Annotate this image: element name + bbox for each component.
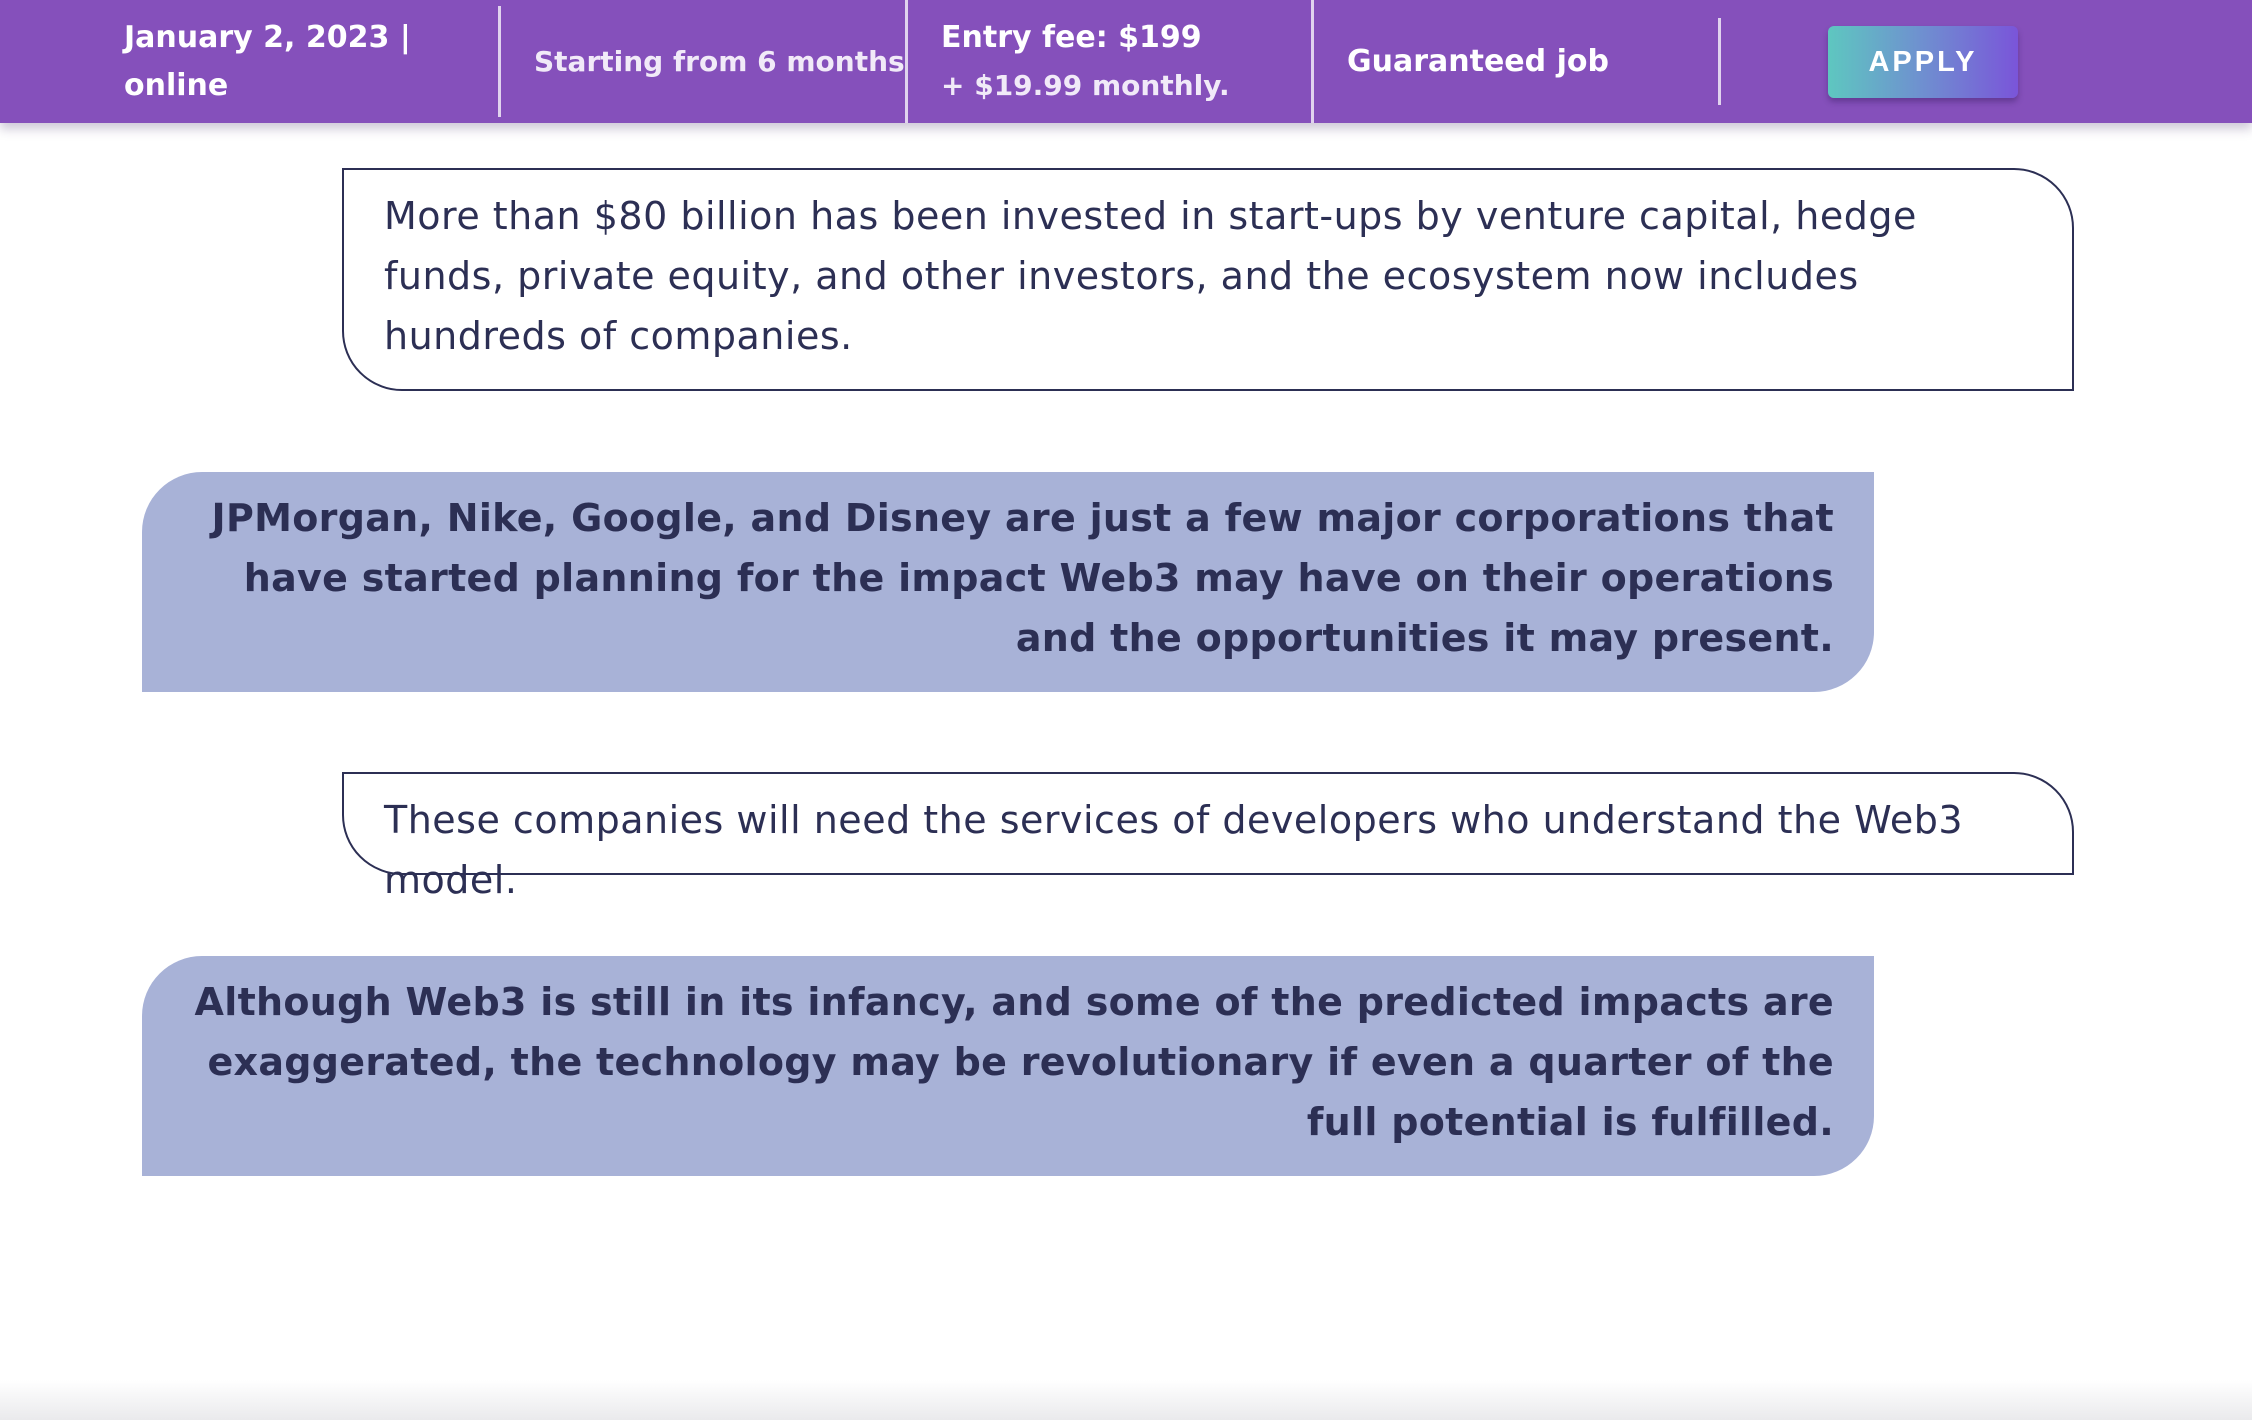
divider <box>1718 18 1721 105</box>
bottom-shadow <box>0 1380 2252 1420</box>
date-label: January 2, 2023 | <box>124 19 411 55</box>
divider <box>498 6 501 117</box>
info-bubble-developers: These companies will need the services o… <box>342 772 2074 902</box>
entry-fee-label: Entry fee: $199 <box>941 19 1202 55</box>
info-bubble-corporations: JPMorgan, Nike, Google, and Disney are j… <box>142 472 1874 692</box>
info-bubble-web3-potential: Although Web3 is still in its infancy, a… <box>142 956 1874 1176</box>
course-info-bar: January 2, 2023 | online Starting from 6… <box>0 0 2252 123</box>
fee-cell: Entry fee: $199 + $19.99 monthly. <box>941 0 1311 123</box>
divider <box>905 0 908 123</box>
monthly-fee-label: + $19.99 monthly. <box>941 68 1230 102</box>
guaranteed-job-label: Guaranteed job <box>1347 43 1609 79</box>
duration-cell: Starting from 6 months <box>534 0 905 123</box>
format-label: online <box>124 67 229 103</box>
info-bubble-investment: More than $80 billion has been invested … <box>342 168 2074 391</box>
duration-label: Starting from 6 months <box>534 44 905 78</box>
guarantee-cell: Guaranteed job <box>1347 0 1717 123</box>
apply-button[interactable]: APPLY <box>1828 26 2018 98</box>
date-cell: January 2, 2023 | online <box>124 0 494 123</box>
divider <box>1311 0 1314 123</box>
